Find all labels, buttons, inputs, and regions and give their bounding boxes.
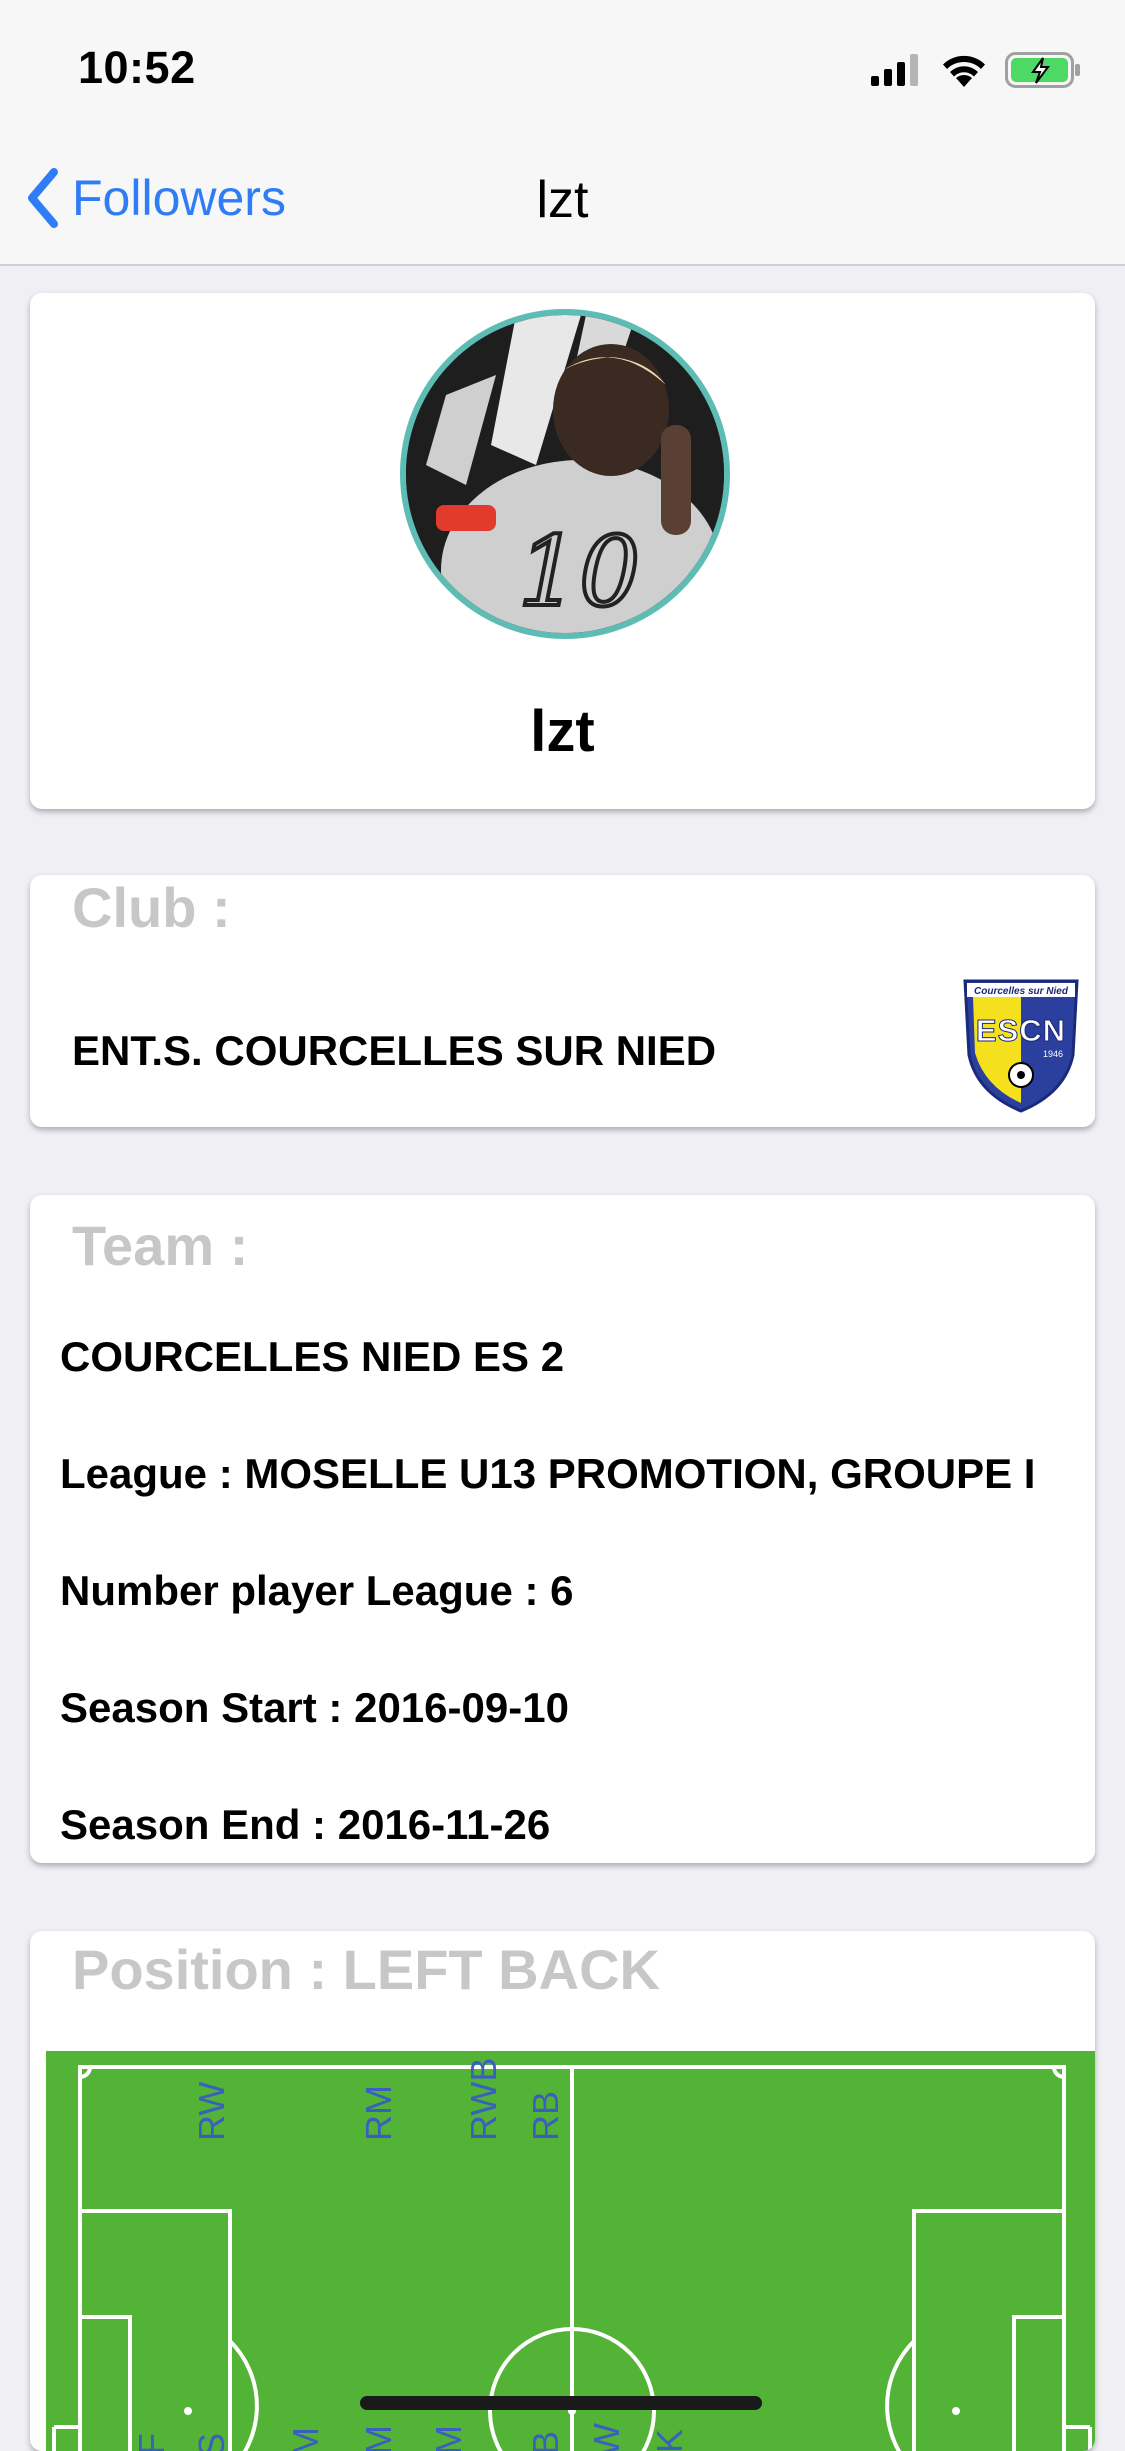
status-bar: 10:52 (0, 0, 1125, 132)
team-card: Team : COURCELLES NIED ES 2 League : MOS… (30, 1195, 1095, 1863)
avatar[interactable]: 10 (400, 309, 730, 639)
profile-name: lzt (530, 699, 595, 764)
status-icons (871, 50, 1081, 90)
team-season-start: Season Start : 2016-09-10 (60, 1684, 569, 1731)
position-label: Position : LEFT BACK (72, 1938, 660, 2001)
battery-charging-icon (1005, 52, 1080, 88)
team-season-end: Season End : 2016-11-26 (60, 1801, 551, 1848)
position-marker-sw[interactable]: SW (586, 2423, 627, 2451)
signal-icon (871, 54, 918, 86)
club-name: ENT.S. COURCELLES SUR NIED (72, 1027, 717, 1074)
team-label: Team : (72, 1214, 249, 1277)
club-crest-letters: ESCN (976, 1013, 1066, 1048)
club-card: Club : ENT.S. COURCELLES SUR NIED Cource… (30, 875, 1095, 1127)
avatar-photo: 10 (406, 315, 724, 633)
position-marker-rwb[interactable]: RWB (463, 2058, 504, 2141)
team-league: League : MOSELLE U13 PROMOTION, GROUPE I (60, 1450, 1036, 1497)
jersey-number: 10 (518, 516, 640, 628)
position-marker-am[interactable]: AM (285, 2427, 326, 2451)
wifi-icon (943, 55, 985, 87)
club-crest-year: 1946 (1043, 1049, 1063, 1059)
home-indicator[interactable] (360, 2396, 762, 2410)
position-marker-rb[interactable]: RB (525, 2091, 566, 2141)
position-marker-dm[interactable]: DM (428, 2425, 469, 2451)
nav-title: lzt (536, 171, 589, 229)
position-marker-cb[interactable]: CB (525, 2431, 566, 2451)
club-label: Club : (72, 876, 231, 939)
status-time: 10:52 (78, 42, 196, 93)
position-marker-cm[interactable]: CM (358, 2425, 399, 2451)
position-marker-rw[interactable]: RW (191, 2082, 232, 2141)
position-card: Position : LEFT BACK RWRMRWBRBCFSSAMCMDM… (30, 1931, 1095, 2451)
position-marker-rm[interactable]: RM (358, 2085, 399, 2141)
team-name: COURCELLES NIED ES 2 (60, 1333, 565, 1380)
club-crest-top-text: Courcelles sur Nied (974, 986, 1069, 997)
club-crest-icon: Courcelles sur Nied ESCN 1946 (963, 979, 1079, 1113)
position-marker-gk[interactable]: GK (649, 2429, 690, 2451)
football-pitch: RWRMRWBRBCFSSAMCMDMCBSWGK (46, 2051, 1095, 2451)
navigation-bar: Followers lzt (0, 132, 1125, 266)
profile-card: 10 lzt (30, 293, 1095, 809)
team-number-players: Number player League : 6 (60, 1567, 574, 1614)
